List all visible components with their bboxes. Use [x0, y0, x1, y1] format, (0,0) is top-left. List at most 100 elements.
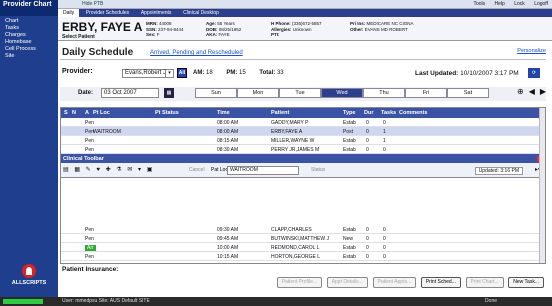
provider-select[interactable]: Evans,Robert J ▾	[122, 69, 174, 78]
status-bar: User: mmedpsu Site: AUS Default SITE Don…	[0, 297, 552, 306]
progress-bar	[3, 299, 43, 304]
lock-link[interactable]: Lock	[514, 1, 525, 7]
table-row[interactable]: Pen 09:45 AM BUTWINSKI,MATTHEW J New 0 0	[61, 234, 545, 243]
allscripts-logo-text: ALLSCRIPTS	[11, 280, 47, 286]
arrived-pending-link[interactable]: Arrived, Pending and Rescheduled	[150, 50, 243, 56]
sidebar-item-charges[interactable]: Charges	[0, 32, 58, 39]
patient-insurance-summary: Pri Ins: MEDICARE NC CIGNA Other: EVANS …	[350, 21, 414, 32]
cell-s: Pen	[85, 138, 94, 144]
cell-s: Pen	[85, 254, 94, 260]
new-task-button[interactable]: New Task...	[508, 277, 544, 288]
tab-daily[interactable]: Daily	[58, 9, 80, 17]
day-sun[interactable]: Sun	[195, 88, 237, 98]
cell-dur: 0	[366, 254, 369, 260]
refresh-icon[interactable]: ⟳	[528, 68, 540, 78]
cell-dur: 0	[366, 227, 369, 233]
col-dur[interactable]: Dur	[364, 110, 373, 116]
sidebar-item-cell-process[interactable]: Cell Process	[0, 46, 58, 53]
clinical-toolbar: Clinical Toolbar× ▤ ▦ ✎ ♥ ✚ ⚗ ✉ ▾ ▣ Canc…	[61, 154, 545, 178]
sidebar-item-homebase[interactable]: Homebase	[0, 39, 58, 46]
tools-menu[interactable]: Tools	[473, 1, 485, 7]
cell-patient: BUTWINSKI,MATTHEW J	[271, 236, 329, 242]
print-sched-button[interactable]: Print Sched...	[420, 277, 461, 288]
scrollbar[interactable]	[539, 108, 545, 263]
status-select[interactable]: Status	[311, 167, 325, 173]
table-row[interactable]: Pen 08:15 AM MILLER,WAYNE W Estab 0 1	[61, 136, 545, 145]
cell-dur: 0	[366, 147, 369, 153]
patient-insurance-label: Patient Insurance:	[62, 266, 119, 273]
day-mon[interactable]: Mon	[237, 88, 279, 98]
patient-name[interactable]: ERBY, FAYE A	[62, 20, 142, 34]
table-row[interactable]: Pen 08:30 AM PERRY JR,JAMES M Estab 0 0	[61, 145, 545, 154]
cell-tasks: 0	[383, 147, 386, 153]
col-patient[interactable]: Patient	[271, 110, 289, 116]
calendar-icon[interactable]: ▦	[164, 88, 174, 98]
status-done: Done	[485, 298, 497, 304]
date-input[interactable]: 03 Oct 2007	[101, 88, 159, 98]
help-link[interactable]: Help	[495, 1, 505, 7]
table-row[interactable]: Pen 08:00 AM GADDY,MARY P Estab 0 0	[61, 118, 545, 127]
table-row[interactable]: Pen 09:30 AM CLAPP,CHARLES Estab 0 0	[61, 225, 545, 234]
personalize-link[interactable]: Personalize	[517, 48, 546, 54]
col-tasks[interactable]: Tasks	[381, 110, 396, 116]
cell-time: 10:00 AM	[217, 245, 239, 251]
day-thu[interactable]: Thu	[363, 88, 405, 98]
table-row[interactable]: Pen WAITROOM 08:00 AM ERBY,FAYE A Post 0 1	[61, 127, 545, 136]
provider-label: Provider:	[62, 68, 93, 75]
tab-appointments[interactable]: Appointments	[136, 9, 177, 17]
cell-type: Estab	[343, 147, 356, 153]
cell-type: Estab	[343, 245, 356, 251]
col-a[interactable]: A	[85, 110, 89, 116]
print-chart-button[interactable]: Print Chart...	[465, 277, 504, 288]
sidebar-item-tasks[interactable]: Tasks	[0, 25, 58, 32]
toolbar-icons[interactable]: ▤ ▦ ✎ ♥ ✚ ⚗ ✉ ▾ ▣	[63, 166, 154, 173]
table-row[interactable]: Pen 10:30 AM DICKEY,SANDRA C Post 0 0	[61, 261, 545, 263]
pt-loc-select[interactable]: WAITROOM	[227, 166, 299, 175]
tab-bar: Daily Provider Schedules Appointments Cl…	[58, 9, 552, 17]
prev-day-icon[interactable]: ◀	[529, 87, 535, 96]
cell-loc: WAITROOM	[93, 129, 121, 135]
day-fri[interactable]: Fri	[405, 88, 447, 98]
patient-profile-button[interactable]: Patient Profile...	[276, 277, 323, 288]
col-time[interactable]: Time	[217, 110, 230, 116]
table-row[interactable]: Pen 10:15 AM HORTON,GEORGE L Estab 0 0	[61, 252, 545, 261]
day-tue[interactable]: Tue	[279, 88, 321, 98]
today-icon[interactable]: ⊕	[517, 87, 524, 96]
cell-s: Pen	[85, 236, 94, 242]
sidebar: Provider Chart Chart Tasks Charges Homeb…	[0, 0, 58, 306]
toolbar-title: Clinical Toolbar	[63, 156, 104, 162]
cell-patient: REDMOND,CAROL L	[271, 245, 320, 251]
cell-tasks: 1	[383, 129, 386, 135]
col-n[interactable]: N	[72, 110, 76, 116]
table-row[interactable]: Arr 10:00 AM REDMOND,CAROL L Estab 0 0	[61, 243, 545, 252]
appointment-counts: AM: 18 PM: 15 Total: 33	[193, 70, 284, 76]
day-sat[interactable]: Sat	[447, 88, 489, 98]
cell-time: 08:30 AM	[217, 147, 239, 153]
day-wed[interactable]: Wed	[321, 88, 363, 98]
select-patient-link[interactable]: Select Patient	[62, 34, 95, 40]
appt-details-button[interactable]: Appt Details...	[326, 277, 368, 288]
cell-patient: CLAPP,CHARLES	[271, 227, 312, 233]
all-providers-button[interactable]: All	[177, 68, 187, 78]
col-s[interactable]: S	[64, 110, 68, 116]
col-pt-status[interactable]: Pt Status	[155, 110, 179, 116]
cell-patient: HORTON,GEORGE L	[271, 254, 320, 260]
cell-s: Pen	[85, 147, 94, 153]
col-type[interactable]: Type	[343, 110, 355, 116]
hide-ptb-link[interactable]: Hide PTB	[82, 1, 103, 7]
patient-ids: MRN: 44008 SSN: 237-94-8444 Sex: F	[146, 21, 184, 37]
cell-time: 09:45 AM	[217, 236, 239, 242]
cancel-button[interactable]: Cancel	[189, 167, 205, 173]
tab-provider-schedules[interactable]: Provider Schedules	[81, 9, 134, 17]
logoff-link[interactable]: Logoff	[534, 1, 548, 7]
divider	[60, 59, 546, 60]
next-day-icon[interactable]: ▶	[540, 87, 546, 96]
tab-clinical-desktop[interactable]: Clinical Desktop	[178, 9, 224, 17]
cell-time: 09:30 AM	[217, 227, 239, 233]
col-pt-loc[interactable]: Pt Loc	[93, 110, 110, 116]
sidebar-item-site[interactable]: Site	[0, 53, 58, 60]
cell-dur: 0	[366, 138, 369, 144]
patient-appts-button[interactable]: Patient Appts...	[372, 277, 417, 288]
col-comments[interactable]: Comments	[399, 110, 427, 116]
sidebar-item-chart[interactable]: Chart	[0, 18, 58, 25]
